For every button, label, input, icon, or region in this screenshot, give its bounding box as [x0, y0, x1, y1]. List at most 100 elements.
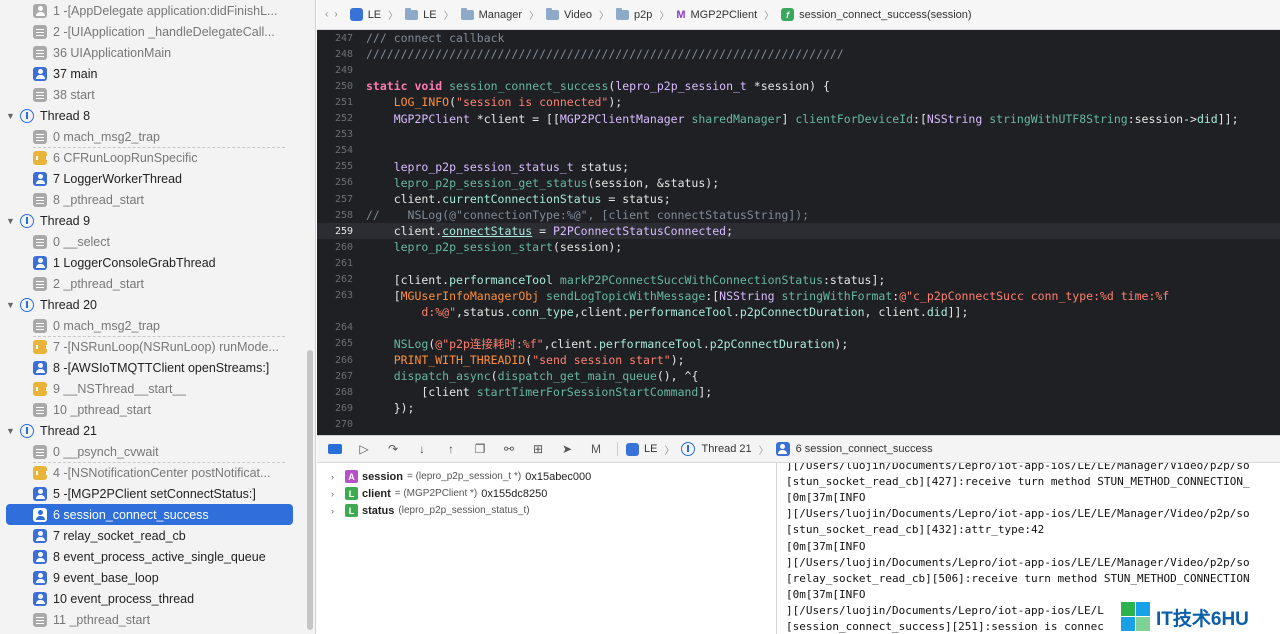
code-line[interactable]: 253	[317, 127, 1280, 143]
line-number[interactable]: 269	[317, 403, 353, 414]
stack-frame-row[interactable]: 0 __select	[0, 231, 296, 252]
code-text[interactable]: /// connect callback	[353, 31, 504, 45]
breadcrumb-item[interactable]: LE	[405, 7, 437, 21]
breakpoints-toggle-button[interactable]	[327, 442, 343, 456]
code-line[interactable]: 256 lepro_p2p_session_get_status(session…	[317, 175, 1280, 191]
thread-row[interactable]: ▼ Thread 20	[0, 294, 296, 315]
disclosure-chevron-icon[interactable]: ▼	[6, 300, 15, 310]
metal-frame-button[interactable]: M	[588, 442, 604, 456]
line-number[interactable]: 259	[317, 226, 353, 237]
environment-overrides-button[interactable]: ⊞	[530, 442, 546, 456]
code-line[interactable]: 260 lepro_p2p_session_start(session);	[317, 239, 1280, 255]
stack-frame-row[interactable]: 0 __psynch_cvwait	[0, 441, 296, 462]
breadcrumb-item[interactable]: Manager	[460, 7, 522, 21]
code-text[interactable]: [MGUserInfoManagerObj sendLogTopicWithMe…	[353, 289, 1170, 303]
breadcrumb-item[interactable]: f session_connect_success(session)	[781, 8, 972, 21]
stack-frame-row[interactable]: 7 -[NSRunLoop(NSRunLoop) runMode...	[0, 336, 296, 357]
forward-arrow-icon[interactable]: ›	[334, 9, 337, 20]
code-text[interactable]: dispatch_async(dispatch_get_main_queue()…	[353, 369, 699, 383]
step-into-button[interactable]: ↓	[414, 442, 430, 456]
navigator-scrollbar[interactable]	[307, 350, 313, 630]
line-number[interactable]: 258	[317, 210, 353, 221]
step-over-button[interactable]: ↷	[385, 442, 401, 456]
line-number[interactable]: 266	[317, 355, 353, 366]
stack-frame-row[interactable]: 11 _pthread_start	[0, 609, 296, 630]
stack-frame-row[interactable]: 10 _pthread_start	[0, 399, 296, 420]
stack-frame-row[interactable]: 2 _pthread_start	[0, 273, 296, 294]
code-line[interactable]: 267 dispatch_async(dispatch_get_main_que…	[317, 368, 1280, 384]
disclosure-chevron-icon[interactable]: ›	[331, 472, 345, 482]
stack-frame-row[interactable]: 5 -[MGP2PClient setConnectStatus:]	[0, 483, 296, 504]
back-arrow-icon[interactable]: ‹	[325, 9, 328, 20]
stack-frame-row[interactable]: 1 LoggerConsoleGrabThread	[0, 252, 296, 273]
code-text[interactable]: LOG_INFO("session is connected");	[353, 95, 623, 109]
stack-frame-row[interactable]: 1 -[AppDelegate application:didFinishL..…	[0, 0, 296, 21]
stack-frame-row[interactable]: 7 relay_socket_read_cb	[0, 525, 296, 546]
stack-frame-row[interactable]: 10 event_process_thread	[0, 588, 296, 609]
stack-frame-row[interactable]: 8 event_process_active_single_queue	[0, 546, 296, 567]
code-text[interactable]: client.connectStatus = P2PConnectStatusC…	[353, 224, 733, 238]
code-line[interactable]: 249	[317, 62, 1280, 78]
code-text[interactable]: PRINT_WITH_THREADID("send session start"…	[353, 353, 685, 367]
step-out-button[interactable]: ↑	[443, 442, 459, 456]
thread-row[interactable]: ▼ Thread 9	[0, 210, 296, 231]
code-line[interactable]: 265 NSLog(@"p2p连接耗时:%f",client.performan…	[317, 336, 1280, 352]
disclosure-chevron-icon[interactable]: ›	[331, 506, 345, 516]
breadcrumb-item[interactable]: Video	[546, 7, 592, 21]
stack-frame-row[interactable]: 8 _pthread_start	[0, 189, 296, 210]
line-number[interactable]: 248	[317, 49, 353, 60]
line-number[interactable]: 247	[317, 33, 353, 44]
stack-frame-row[interactable]: 0 mach_msg2_trap	[0, 126, 296, 147]
line-number[interactable]: 265	[317, 338, 353, 349]
code-line[interactable]: 264	[317, 320, 1280, 336]
stack-frame-row[interactable]: 36 UIApplicationMain	[0, 42, 296, 63]
line-number[interactable]: 261	[317, 258, 353, 269]
code-line[interactable]: 270	[317, 416, 1280, 432]
stack-frame-row[interactable]: 6 CFRunLoopRunSpecific	[0, 147, 296, 168]
line-number[interactable]: 255	[317, 161, 353, 172]
line-number[interactable]: 264	[317, 322, 353, 333]
line-number[interactable]: 249	[317, 65, 353, 76]
debug-path-item[interactable]: Thread 21	[681, 442, 752, 456]
code-line[interactable]: 263 [MGUserInfoManagerObj sendLogTopicWi…	[317, 288, 1280, 304]
code-text[interactable]: });	[353, 401, 415, 415]
breadcrumb-item[interactable]: M MGP2PClient	[676, 9, 757, 21]
code-line[interactable]: 250 static void session_connect_success(l…	[317, 78, 1280, 94]
line-number[interactable]: 252	[317, 113, 353, 124]
line-number[interactable]: 254	[317, 145, 353, 156]
code-line[interactable]: 247/// connect callback	[317, 30, 1280, 46]
code-text[interactable]: // NSLog(@"connectionType:%@", [client c…	[353, 208, 809, 222]
code-text[interactable]: lepro_p2p_session_start(session);	[353, 240, 623, 254]
line-number[interactable]: 256	[317, 177, 353, 188]
code-line[interactable]: 255 lepro_p2p_session_status_t status;	[317, 159, 1280, 175]
code-line[interactable]: 261	[317, 255, 1280, 271]
simulate-location-button[interactable]: ➤	[559, 442, 575, 456]
code-line[interactable]: 254	[317, 143, 1280, 159]
stack-frame-row[interactable]: 9 event_base_loop	[0, 567, 296, 588]
disclosure-chevron-icon[interactable]: ›	[331, 489, 345, 499]
line-number[interactable]: 250	[317, 81, 353, 92]
line-number[interactable]: 251	[317, 97, 353, 108]
code-line[interactable]: 268 [client startTimerForSessionStartCom…	[317, 384, 1280, 400]
disclosure-chevron-icon[interactable]: ▼	[6, 216, 15, 226]
stack-frame-row[interactable]: 38 start	[0, 84, 296, 105]
code-line[interactable]: 262 [client.performanceTool markP2PConne…	[317, 272, 1280, 288]
source-editor[interactable]: 247/// connect callback 248//////////////…	[317, 30, 1280, 435]
stack-frame-row[interactable]: 6 session_connect_success	[6, 504, 293, 525]
variable-row[interactable]: › Asession = (lepro_p2p_session_t *) 0x15ab…	[331, 468, 591, 485]
debug-view-hierarchy-button[interactable]: ❐	[472, 442, 488, 456]
code-text[interactable]: d:%@",status.conn_type,client.performanc…	[353, 305, 968, 319]
stack-frame-row[interactable]: 8 -[AWSIoTMQTTClient openStreams:]	[0, 357, 296, 378]
stack-frame-row[interactable]: 37 main	[0, 63, 296, 84]
line-number[interactable]: 257	[317, 194, 353, 205]
stack-frame-row[interactable]: 7 LoggerWorkerThread	[0, 168, 296, 189]
stack-frame-row[interactable]: 9 __NSThread__start__	[0, 378, 296, 399]
code-line[interactable]: 258// NSLog(@"connectionType:%@", [clien…	[317, 207, 1280, 223]
line-number[interactable]: 268	[317, 387, 353, 398]
variable-row[interactable]: › Lclient = (MGP2PClient *) 0x155dc8250	[331, 485, 547, 502]
code-text[interactable]: lepro_p2p_session_get_status(session, &s…	[353, 176, 719, 190]
line-number[interactable]: 262	[317, 274, 353, 285]
thread-row[interactable]: ▼ Thread 8	[0, 105, 296, 126]
code-line[interactable]: 257 client.currentConnectionStatus = sta…	[317, 191, 1280, 207]
line-number[interactable]: 253	[317, 129, 353, 140]
